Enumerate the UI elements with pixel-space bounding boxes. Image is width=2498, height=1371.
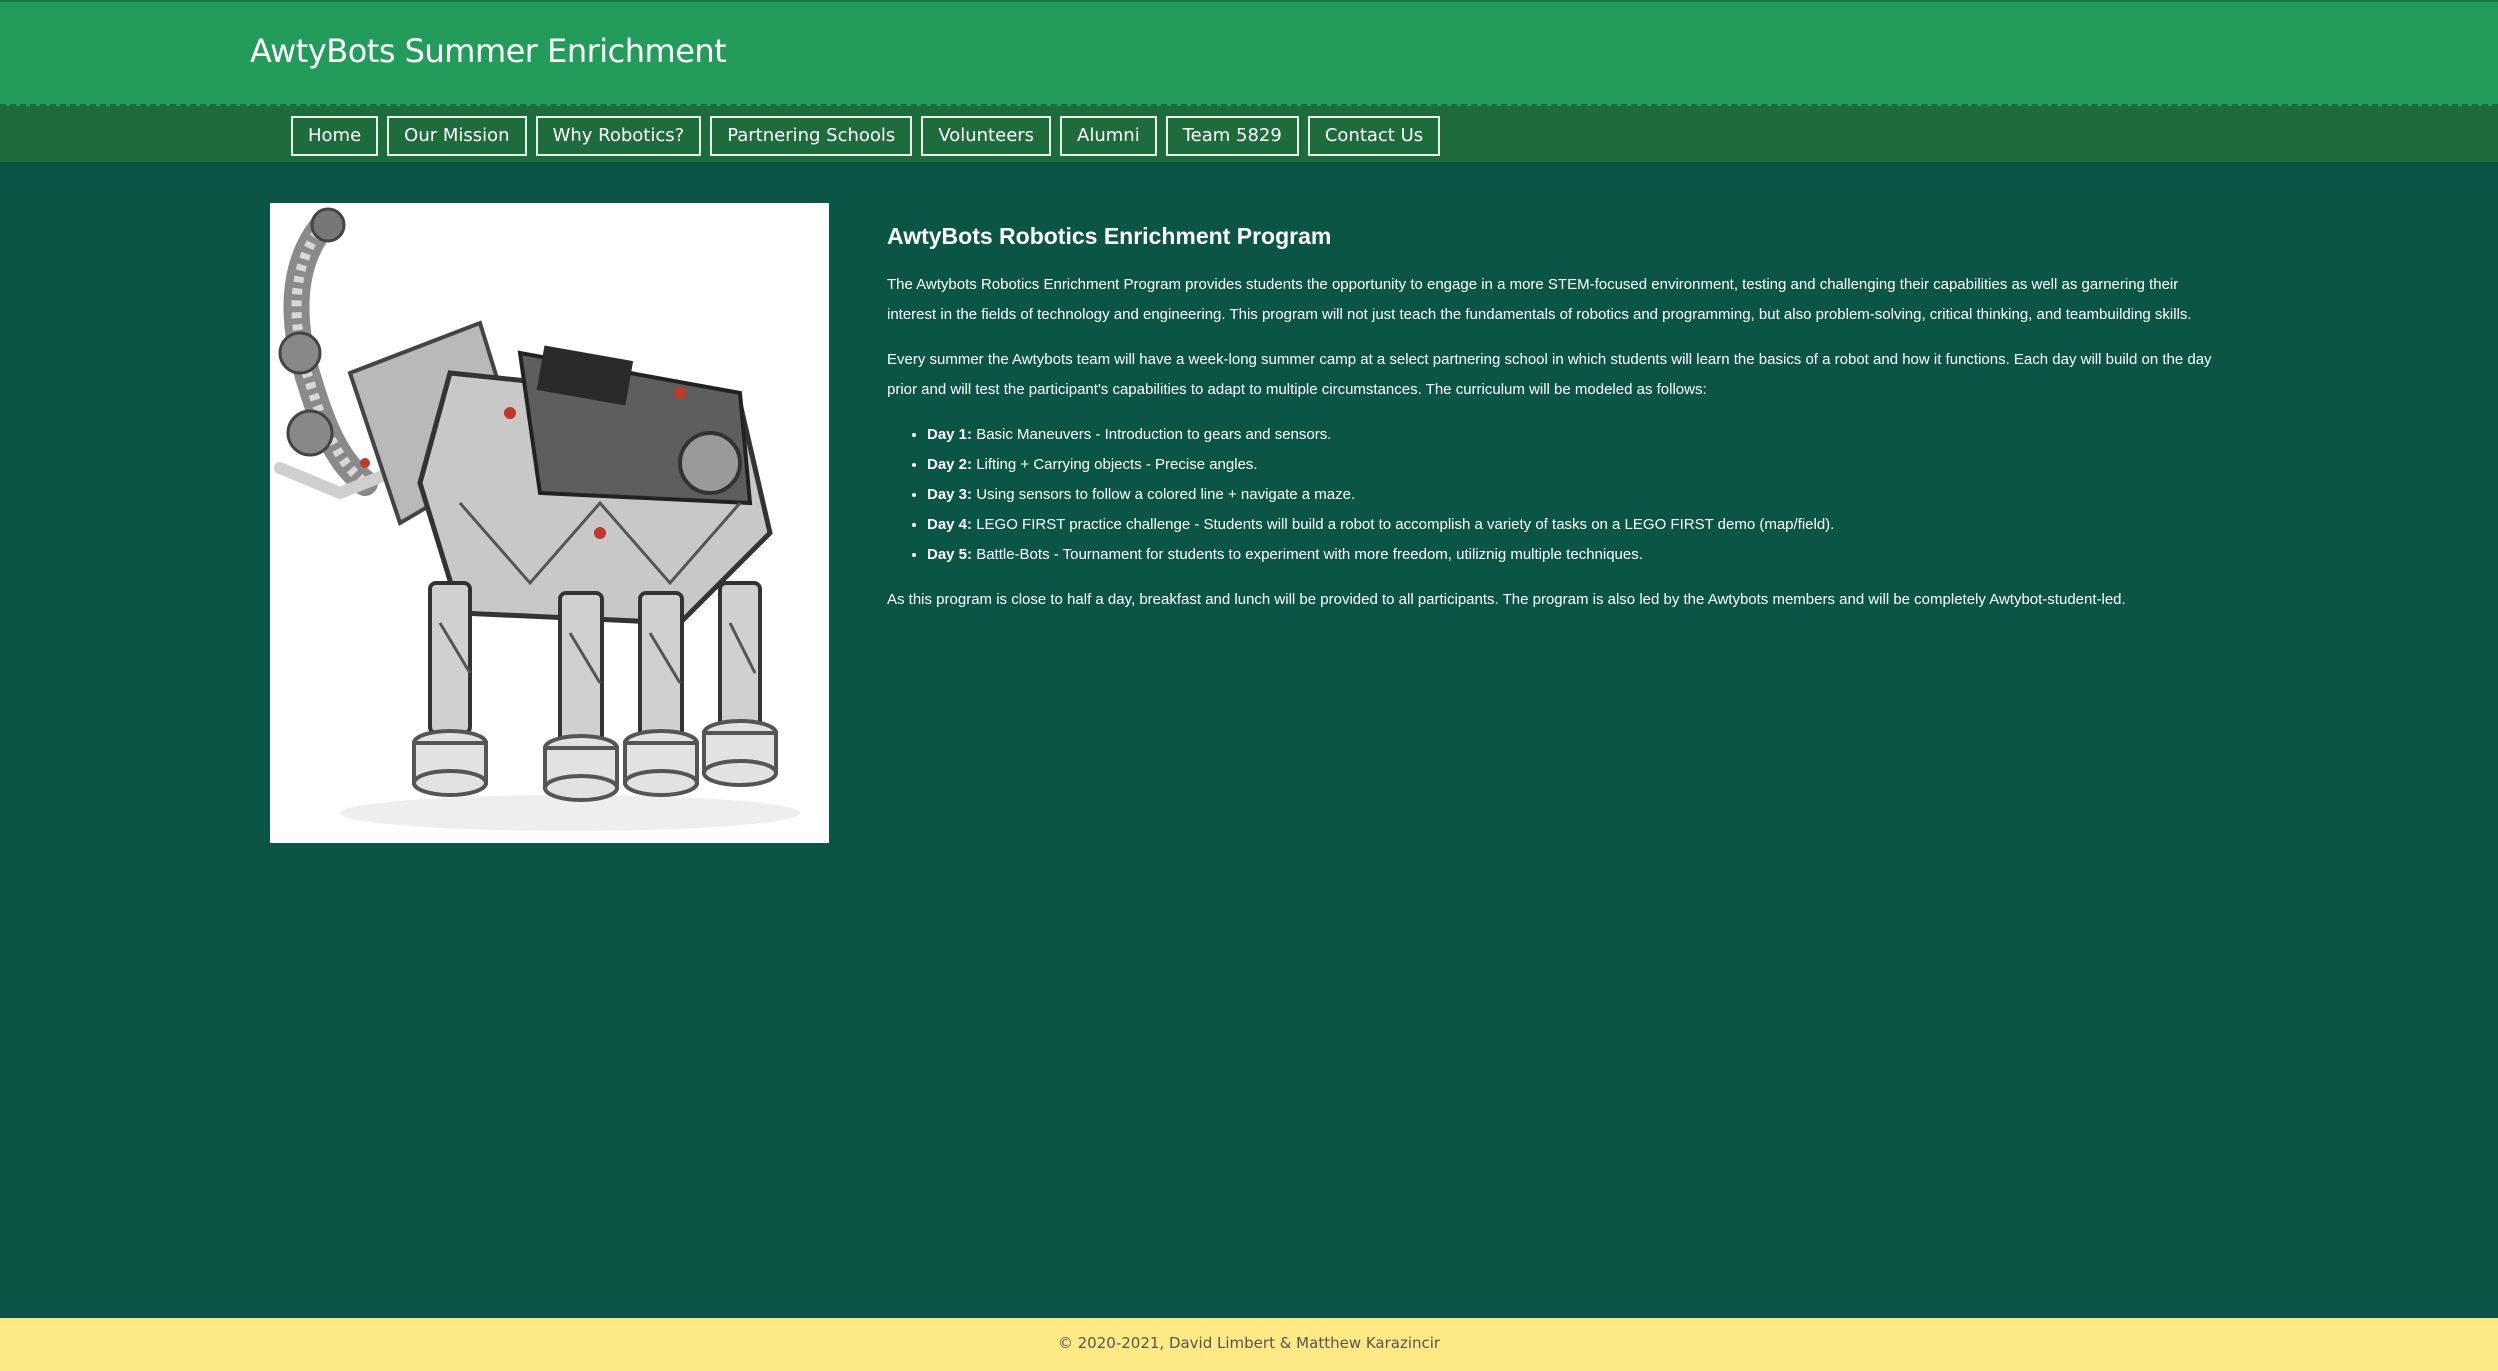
- day-text: LEGO FIRST practice challenge - Students…: [972, 516, 1835, 533]
- site-footer: © 2020-2021, David Limbert & Matthew Kar…: [0, 1318, 2498, 1371]
- list-item: Day 4: LEGO FIRST practice challenge - S…: [927, 510, 2217, 540]
- nav-list: Home Our Mission Why Robotics? Partnerin…: [291, 116, 1441, 156]
- day-text: Basic Maneuvers - Introduction to gears …: [972, 426, 1332, 443]
- day-label: Day 5:: [927, 546, 973, 563]
- nav-item-contact-us[interactable]: Contact Us: [1307, 116, 1441, 156]
- lego-robot-elephant-image: [270, 203, 829, 843]
- day-label: Day 4:: [927, 516, 973, 533]
- list-item: Day 2: Lifting + Carrying objects - Prec…: [927, 450, 2217, 480]
- list-item: Day 1: Basic Maneuvers - Introduction to…: [927, 420, 2217, 450]
- main-nav: Home Our Mission Why Robotics? Partnerin…: [0, 106, 2498, 162]
- curriculum-list: Day 1: Basic Maneuvers - Introduction to…: [887, 420, 2217, 570]
- day-label: Day 2:: [927, 456, 973, 473]
- list-item: Day 5: Battle-Bots - Tournament for stud…: [927, 540, 2217, 570]
- list-item: Day 3: Using sensors to follow a colored…: [927, 480, 2217, 510]
- day-label: Day 1:: [927, 426, 973, 443]
- day-text: Lifting + Carrying objects - Precise ang…: [972, 456, 1258, 473]
- site-title: AwtyBots Summer Enrichment: [250, 32, 727, 70]
- curriculum-paragraph: Every summer the Awtybots team will have…: [887, 351, 2212, 398]
- nav-item-home[interactable]: Home: [291, 116, 379, 156]
- nav-item-why-robotics[interactable]: Why Robotics?: [535, 116, 702, 156]
- copyright-text: © 2020-2021, David Limbert & Matthew Kar…: [1057, 1334, 1441, 1352]
- day-label: Day 3:: [927, 486, 973, 503]
- day-text: Using sensors to follow a colored line +…: [972, 486, 1356, 503]
- nav-item-alumni[interactable]: Alumni: [1060, 116, 1157, 156]
- nav-item-team-5829[interactable]: Team 5829: [1165, 116, 1299, 156]
- nav-item-our-mission[interactable]: Our Mission: [387, 116, 527, 156]
- robot-elephant-illustration: [274, 207, 800, 831]
- day-text: Battle-Bots - Tournament for students to…: [972, 546, 1643, 563]
- nav-item-volunteers[interactable]: Volunteers: [921, 116, 1052, 156]
- meals-paragraph: As this program is close to half a day, …: [887, 591, 2126, 608]
- site-header: AwtyBots Summer Enrichment: [0, 0, 2498, 106]
- main-content: AwtyBots Robotics Enrichment Program The…: [887, 218, 2217, 630]
- intro-paragraph: The Awtybots Robotics Enrichment Program…: [887, 276, 2192, 323]
- nav-item-partnering-schools[interactable]: Partnering Schools: [710, 116, 913, 156]
- page-heading: AwtyBots Robotics Enrichment Program: [887, 223, 1332, 249]
